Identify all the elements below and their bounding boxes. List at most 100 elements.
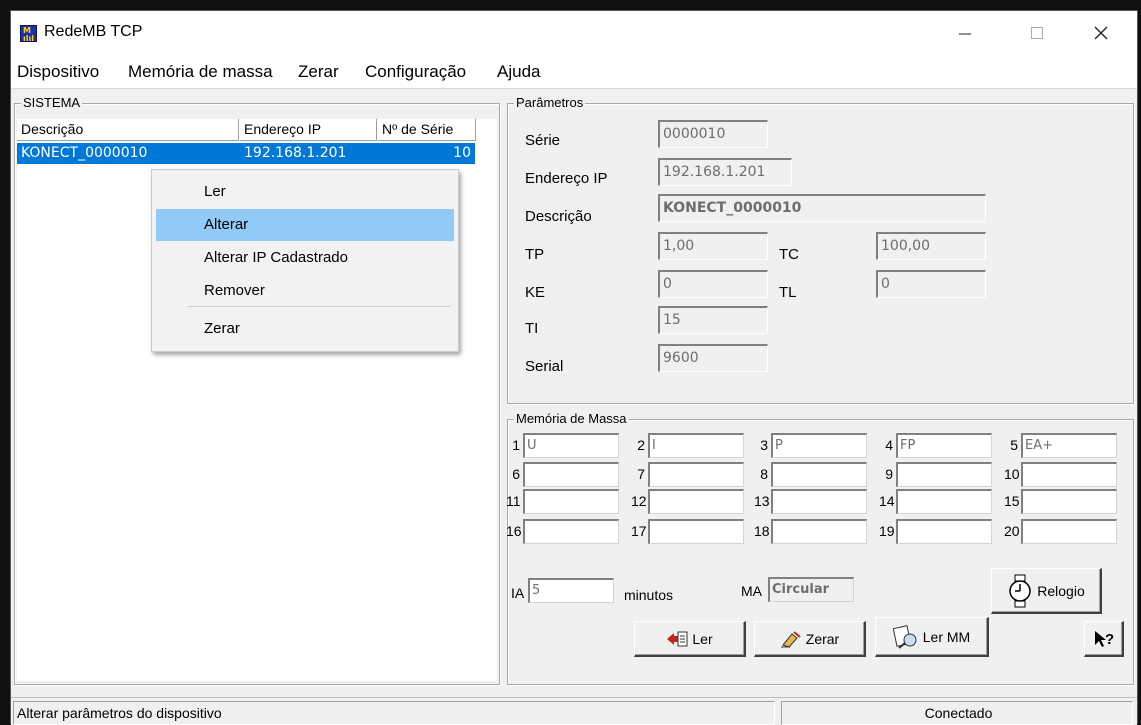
channel-field[interactable]	[896, 489, 992, 514]
column-numero-serie[interactable]: Nº de Série	[378, 119, 476, 141]
channel-number: 10	[1004, 466, 1020, 482]
table-row[interactable]: KONECT_0000010 192.168.1.201 10	[17, 143, 475, 164]
channel-field[interactable]	[896, 519, 992, 544]
menu-bar: Dispositivo Memória de massa Zerar Confi…	[11, 55, 1137, 89]
close-button[interactable]	[1073, 11, 1129, 55]
read-icon	[667, 631, 688, 646]
title-bar[interactable]: Mılıl RedeMB TCP	[11, 11, 1137, 55]
channel-number: 20	[1004, 523, 1020, 539]
minutos-label: minutos	[624, 587, 674, 603]
minimize-icon	[959, 33, 971, 35]
ke-field[interactable]: 0	[658, 270, 768, 298]
menu-item-alterar[interactable]: Alterar	[156, 209, 454, 241]
connection-status: Conectado	[781, 701, 1133, 725]
descricao-label: Descrição	[525, 208, 592, 225]
channel-field[interactable]	[523, 489, 619, 514]
column-endereco-ip[interactable]: Endereço IP	[240, 119, 377, 141]
channel-field[interactable]	[523, 462, 619, 487]
descricao-field[interactable]: KONECT_0000010	[658, 194, 986, 222]
channel-field[interactable]	[648, 519, 744, 544]
channel-field[interactable]: EA+	[1021, 433, 1117, 458]
channel-field[interactable]	[523, 519, 619, 544]
menu-memoria-de-massa[interactable]: Memória de massa	[128, 62, 273, 82]
channel-number: 5	[1010, 437, 1018, 453]
tc-label: TC	[779, 246, 799, 263]
menu-zerar[interactable]: Zerar	[298, 62, 339, 82]
menu-item-zerar[interactable]: Zerar	[156, 313, 454, 345]
zerar-button[interactable]: Zerar	[754, 621, 866, 657]
close-icon	[1094, 26, 1108, 40]
channel-field[interactable]	[771, 489, 867, 514]
menu-item-ler[interactable]: Ler	[156, 176, 454, 208]
serie-field[interactable]: 0000010	[658, 120, 768, 148]
tc-field[interactable]: 100,00	[876, 232, 986, 260]
relogio-button[interactable]: Relogio	[991, 568, 1102, 614]
channel-field[interactable]: P	[771, 433, 867, 458]
channel-field[interactable]: FP	[896, 433, 992, 458]
channel-field[interactable]	[648, 462, 744, 487]
channel-number: 14	[879, 493, 895, 509]
channel-number: 17	[631, 523, 647, 539]
ler-label: Ler	[692, 630, 713, 647]
row-descricao: KONECT_0000010	[21, 145, 148, 161]
ia-field[interactable]: 5	[528, 578, 614, 603]
tl-label: TL	[779, 284, 797, 301]
relogio-label: Relogio	[1037, 582, 1085, 599]
eraser-icon	[780, 630, 801, 648]
channel-field[interactable]: U	[523, 433, 619, 458]
ti-label: TI	[525, 320, 539, 337]
menu-item-remover[interactable]: Remover	[156, 275, 454, 307]
channel-field[interactable]	[1021, 462, 1117, 487]
channel-number: 19	[879, 523, 895, 539]
zerar-label: Zerar	[805, 630, 840, 647]
ke-label: KE	[525, 284, 546, 301]
channel-number: 11	[506, 493, 521, 509]
parametros-title: Parâmetros	[514, 95, 586, 110]
channel-field[interactable]	[896, 462, 992, 487]
help-button[interactable]: ?	[1084, 621, 1124, 657]
parametros-group: Parâmetros Série 0000010 Endereço IP 192…	[507, 95, 1134, 404]
channel-number: 8	[760, 466, 768, 482]
row-serie: 10	[453, 145, 471, 161]
ma-label: MA	[741, 583, 762, 599]
column-descricao[interactable]: Descrição	[17, 119, 239, 141]
ti-field[interactable]: 15	[658, 306, 768, 334]
svg-text:?: ?	[1105, 631, 1114, 648]
channel-number: 18	[754, 523, 770, 539]
channel-number: 13	[754, 493, 770, 509]
menu-configuracao[interactable]: Configuração	[365, 62, 466, 82]
maximize-button[interactable]	[1009, 11, 1065, 55]
ler-mm-button[interactable]: Ler MM	[875, 617, 989, 657]
row-ip: 192.168.1.201	[244, 145, 347, 161]
channel-field[interactable]: I	[648, 433, 744, 458]
menu-separator	[188, 306, 450, 307]
channel-field[interactable]	[1021, 519, 1117, 544]
channel-number: 4	[885, 437, 893, 453]
channel-number: 9	[885, 466, 893, 482]
app-logo-icon: Mılıl	[20, 25, 37, 43]
tl-field[interactable]: 0	[876, 270, 986, 298]
memory-read-icon	[892, 624, 917, 649]
menu-ajuda[interactable]: Ajuda	[497, 62, 540, 82]
channel-number: 1	[512, 437, 520, 453]
memoria-title: Memória de Massa	[514, 411, 629, 426]
menu-item-alterar-ip[interactable]: Alterar IP Cadastrado	[156, 242, 454, 274]
channel-field[interactable]	[771, 462, 867, 487]
channel-number: 15	[1004, 493, 1020, 509]
ler-button[interactable]: Ler	[634, 621, 746, 657]
minimize-button[interactable]	[937, 11, 993, 55]
channel-field[interactable]	[1021, 489, 1117, 514]
ia-label: IA	[511, 585, 525, 601]
serial-field[interactable]: 9600	[658, 344, 768, 372]
status-bar: Alterar parâmetros do dispositivo Conect…	[11, 697, 1137, 725]
channel-field[interactable]	[771, 519, 867, 544]
watch-icon	[1009, 574, 1031, 607]
ma-field[interactable]: Circular	[768, 577, 854, 602]
channel-number: 3	[760, 437, 768, 453]
ler-mm-label: Ler MM	[922, 628, 971, 645]
tp-field[interactable]: 1,00	[658, 232, 768, 260]
window-title: RedeMB TCP	[44, 23, 143, 40]
channel-field[interactable]	[648, 489, 744, 514]
menu-dispositivo[interactable]: Dispositivo	[17, 62, 99, 82]
ip-field[interactable]: 192.168.1.201	[658, 158, 792, 186]
